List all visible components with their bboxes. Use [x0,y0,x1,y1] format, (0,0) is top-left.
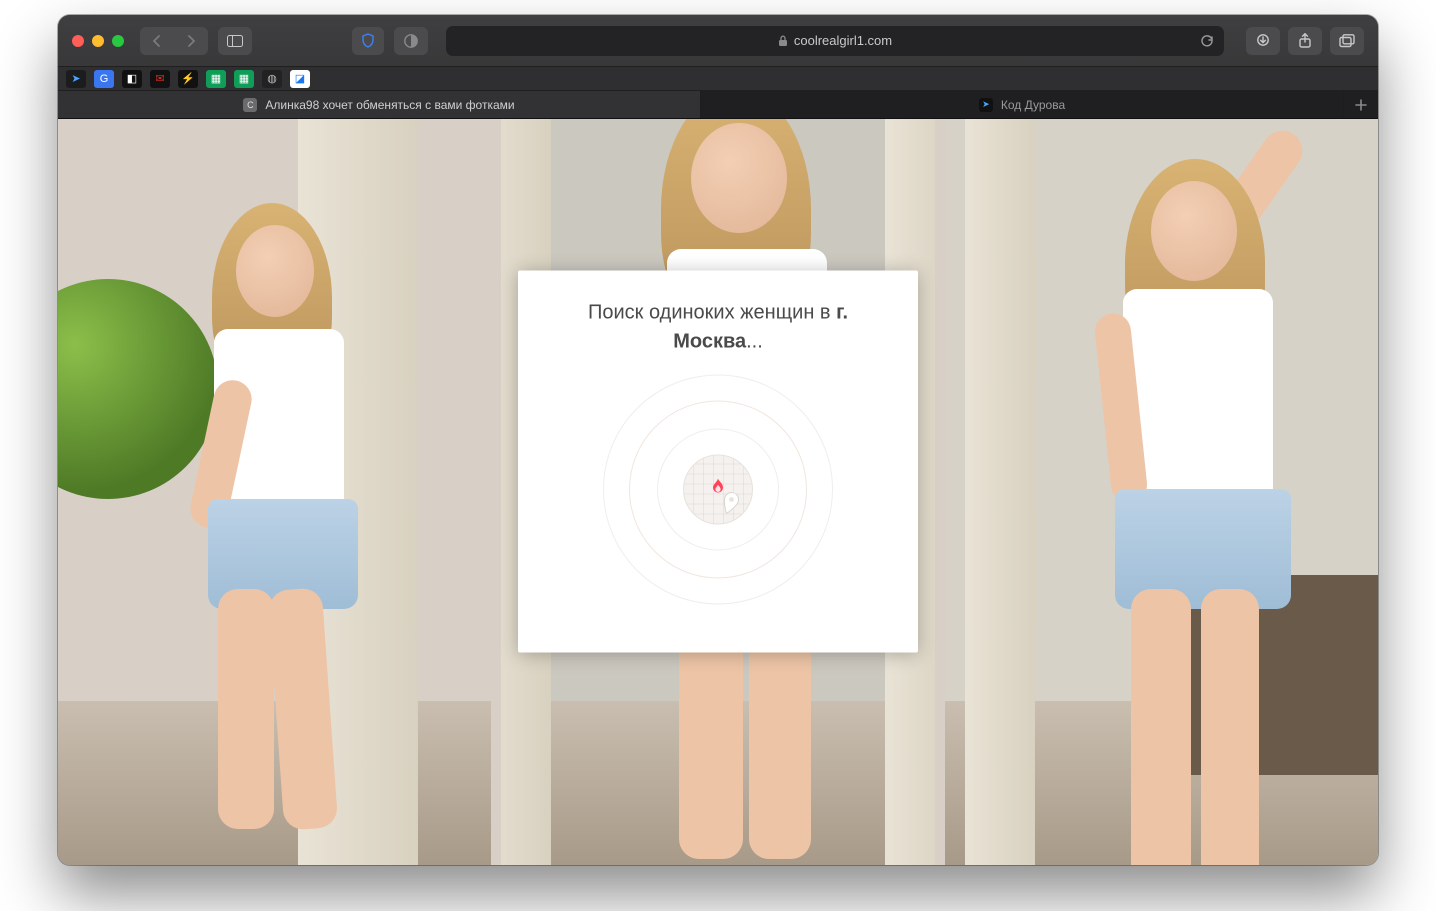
fav-1[interactable]: ➤ [66,70,86,88]
downloads-button[interactable] [1246,27,1280,55]
modal-text-prefix: Поиск одиноких женщин в [588,301,836,323]
fav-sheet1[interactable]: ▦ [206,70,226,88]
share-button[interactable] [1288,27,1322,55]
nav-buttons [140,27,208,55]
fav-news[interactable]: ◪ [290,70,310,88]
address-bar[interactable]: coolrealgirl1.com [446,26,1224,56]
toolbar-right [1246,27,1364,55]
modal-text-suffix: ... [746,330,763,352]
browser-window: coolrealgirl1.com ➤ G ◧ ✉ ⚡ ▦ ▦ ◍ ◪ [58,15,1378,865]
minimize-window-button[interactable] [92,35,104,47]
lock-icon [778,35,788,47]
tab-title: Алинка98 хочет обменяться с вами фотками [265,98,514,112]
search-modal: Поиск одиноких женщин в г. Москва... [518,270,918,652]
fav-analytics[interactable]: ◧ [122,70,142,88]
tabs-overview-button[interactable] [1330,27,1364,55]
fav-g[interactable]: G [94,70,114,88]
page-viewport: Поиск одиноких женщин в г. Москва... [58,119,1378,865]
fav-gmail[interactable]: ✉ [150,70,170,88]
back-button[interactable] [140,27,174,55]
appearance-button[interactable] [394,27,428,55]
tab-favicon: ➤ [979,98,993,112]
tab-title: Код Дурова [1001,98,1065,112]
reload-button[interactable] [1200,34,1214,48]
toolbar: coolrealgirl1.com [58,15,1378,67]
background-photo [58,119,491,865]
tab-favicon: C [243,98,257,112]
new-tab-button[interactable] [1344,91,1378,118]
zoom-window-button[interactable] [112,35,124,47]
privacy-report-button[interactable] [352,27,384,55]
window-controls [72,35,124,47]
forward-button[interactable] [174,27,208,55]
modal-title: Поиск одиноких женщин в г. Москва... [544,298,892,356]
fav-sheet2[interactable]: ▦ [234,70,254,88]
fav-bolt[interactable]: ⚡ [178,70,198,88]
fav-cube[interactable]: ◍ [262,70,282,88]
radar-animation [603,374,833,604]
tab-active[interactable]: C Алинка98 хочет обменяться с вами фотка… [58,91,701,118]
background-photo [945,119,1378,865]
favorites-bar: ➤ G ◧ ✉ ⚡ ▦ ▦ ◍ ◪ [58,67,1378,91]
tab-inactive[interactable]: ➤ Код Дурова [701,91,1344,118]
close-window-button[interactable] [72,35,84,47]
address-text: coolrealgirl1.com [794,33,892,48]
tab-bar: C Алинка98 хочет обменяться с вами фотка… [58,91,1378,119]
sidebar-toggle-button[interactable] [218,27,252,55]
